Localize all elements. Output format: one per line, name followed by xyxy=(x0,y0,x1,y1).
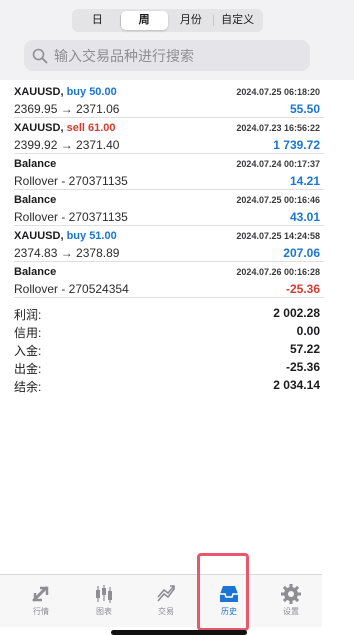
summary-value: 2 002.28 xyxy=(273,306,320,320)
tab-quotes[interactable]: 行情 xyxy=(11,575,71,627)
summary-balance: 结余: 2 034.14 xyxy=(14,378,320,396)
summary-label: 利润: xyxy=(14,308,42,322)
deal-profit: 207.06 xyxy=(283,246,320,260)
deal-time: 2024.07.23 16:56:22 xyxy=(236,123,320,133)
deal-detail: Rollover - 270371135 xyxy=(14,210,128,224)
summary-value: -25.36 xyxy=(285,360,320,374)
deal-row[interactable]: XAUUSD, buy 50.00 2369.95 → 2371.06 2024… xyxy=(14,82,324,118)
deal-row[interactable]: Balance Rollover - 270371135 2024.07.25 … xyxy=(14,190,324,226)
tab-label: 行情 xyxy=(33,607,49,616)
summary-label: 信用: xyxy=(14,326,42,340)
tab-label: 交易 xyxy=(158,607,174,616)
deal-title: Balance xyxy=(14,158,57,170)
search-bar[interactable] xyxy=(24,40,310,71)
deal-time: 2024.07.25 06:18:20 xyxy=(236,87,320,97)
deal-title: Balance xyxy=(14,194,57,206)
deal-action: buy 50.00 xyxy=(66,86,117,98)
deal-row[interactable]: Balance Rollover - 270371135 2024.07.24 … xyxy=(14,154,324,190)
period-segmented-control: 日 周 月份 自定义 xyxy=(72,9,263,32)
deal-title: Balance xyxy=(14,266,57,278)
history-tab-highlight xyxy=(197,553,249,631)
tab-week[interactable]: 周 xyxy=(120,11,168,30)
tab-settings[interactable]: 设置 xyxy=(261,575,321,627)
summary-label: 出金: xyxy=(14,362,42,376)
tab-custom[interactable]: 自定义 xyxy=(214,11,261,30)
tab-chart[interactable]: 图表 xyxy=(74,575,134,627)
top-bar: 日 周 月份 自定义 xyxy=(0,0,354,80)
deal-detail: Rollover - 270371135 xyxy=(14,174,128,188)
deal-action: buy 51.00 xyxy=(66,230,117,242)
deal-detail: Rollover - 270524354 xyxy=(14,282,129,296)
home-indicator xyxy=(111,630,247,635)
summary-deposit: 入金: 57.22 xyxy=(14,342,320,360)
tab-month[interactable]: 月份 xyxy=(168,11,215,30)
deal-time: 2024.07.25 00:16:46 xyxy=(236,195,320,205)
trade-icon xyxy=(157,585,175,602)
summary-credit: 信用: 0.00 xyxy=(14,324,320,342)
quotes-icon xyxy=(32,586,49,602)
summary-label: 结余: xyxy=(14,380,42,394)
search-input[interactable] xyxy=(54,47,294,64)
deal-profit: 1 739.72 xyxy=(273,138,320,152)
tab-day[interactable]: 日 xyxy=(74,11,121,30)
deal-action: sell 61.00 xyxy=(66,122,116,134)
deal-profit: 55.50 xyxy=(289,102,320,116)
tab-label: 图表 xyxy=(96,607,112,616)
summary-profit: 利润: 2 002.28 xyxy=(14,306,320,324)
summary-value: 0.00 xyxy=(296,324,320,338)
summary-value: 2 034.14 xyxy=(273,378,320,392)
deal-time: 2024.07.26 00:16:28 xyxy=(236,267,320,277)
tab-label: 设置 xyxy=(283,607,299,616)
bottom-tab-bar: 行情 图表 交易 历史 设置 xyxy=(0,574,322,627)
deal-profit: 43.01 xyxy=(289,210,320,224)
chart-icon xyxy=(96,585,112,603)
deal-row[interactable]: XAUUSD, sell 61.00 2399.92 → 2371.40 202… xyxy=(14,118,324,154)
deal-title: XAUUSD, buy 51.00 xyxy=(14,230,117,242)
summary-label: 入金: xyxy=(14,344,42,358)
search-icon xyxy=(32,48,48,63)
summary-withdrawal: 出金: -25.36 xyxy=(14,360,320,378)
deal-time: 2024.07.25 14:24:58 xyxy=(236,231,320,241)
deal-title: XAUUSD, buy 50.00 xyxy=(14,86,117,98)
deal-row[interactable]: XAUUSD, buy 51.00 2374.83 → 2378.89 2024… xyxy=(14,226,324,262)
summary-value: 57.22 xyxy=(289,342,320,356)
deal-profit: 14.21 xyxy=(289,174,320,188)
account-summary: 利润: 2 002.28 信用: 0.00 入金: 57.22 出金: -25.… xyxy=(14,306,320,396)
deal-detail: 2374.83 → 2378.89 xyxy=(14,246,120,260)
tab-trade[interactable]: 交易 xyxy=(136,575,196,627)
deal-detail: 2369.95 → 2371.06 xyxy=(14,102,120,116)
deal-detail: 2399.92 → 2371.40 xyxy=(14,138,120,152)
deal-row[interactable]: Balance Rollover - 270524354 2024.07.26 … xyxy=(14,262,324,298)
settings-icon xyxy=(281,584,301,604)
deal-list: XAUUSD, buy 50.00 2369.95 → 2371.06 2024… xyxy=(0,82,324,298)
deal-time: 2024.07.24 00:17:37 xyxy=(236,159,320,169)
deal-profit: -25.36 xyxy=(285,282,320,296)
deal-title: XAUUSD, sell 61.00 xyxy=(14,122,116,134)
